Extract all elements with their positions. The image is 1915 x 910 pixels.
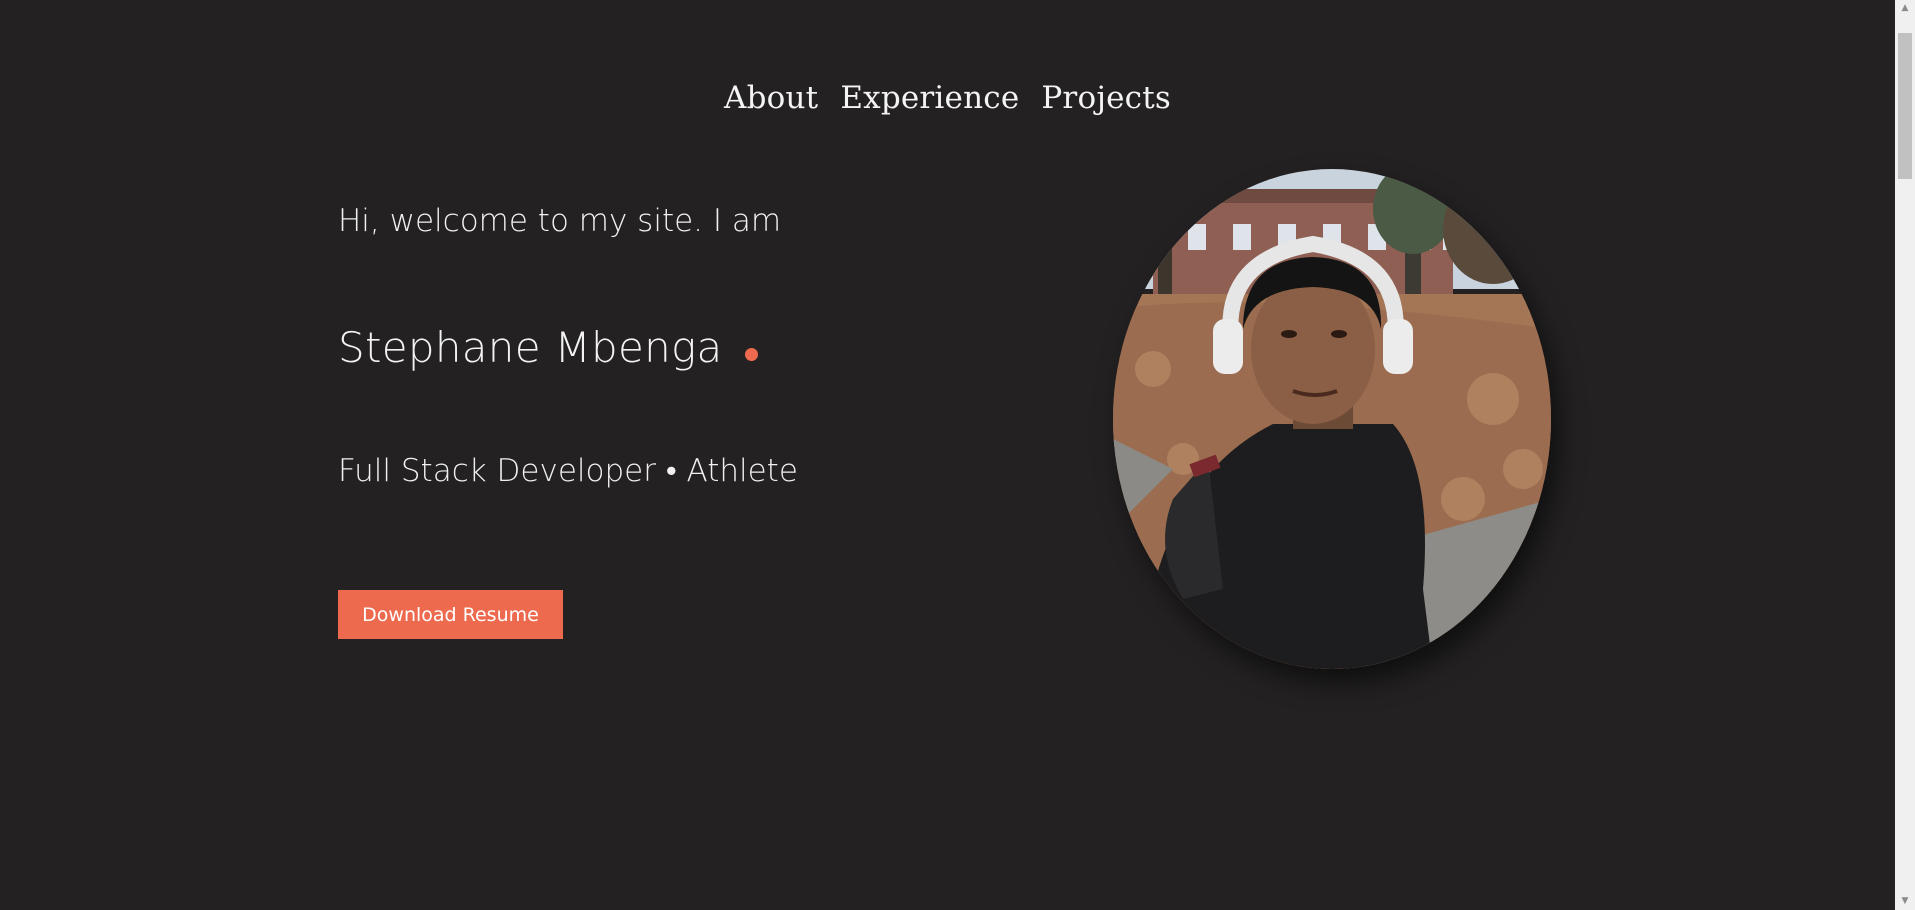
nav-projects-link[interactable]: Projects (1041, 80, 1171, 116)
accent-dot-icon (744, 348, 758, 361)
nav-about-link[interactable]: About (724, 80, 818, 116)
nav-experience-link[interactable]: Experience (840, 80, 1019, 116)
hero-tagline: Full Stack Developer • Athlete (338, 453, 798, 489)
hero-name-row: Stephane Mbenga (338, 323, 758, 372)
vertical-scrollbar[interactable]: ▲ ▼ (1895, 0, 1915, 910)
scroll-down-arrow-icon[interactable]: ▼ (1895, 893, 1915, 910)
profile-photo (1113, 169, 1551, 669)
download-resume-button[interactable]: Download Resume (338, 590, 563, 639)
scroll-up-arrow-icon[interactable]: ▲ (1895, 0, 1915, 17)
top-nav: About Experience Projects (0, 80, 1895, 116)
hero-name: Stephane Mbenga (338, 323, 723, 372)
hero-greeting: Hi, welcome to my site. I am (338, 203, 782, 239)
page: About Experience Projects Hi, welcome to… (0, 0, 1915, 910)
scroll-thumb[interactable] (1898, 33, 1912, 179)
